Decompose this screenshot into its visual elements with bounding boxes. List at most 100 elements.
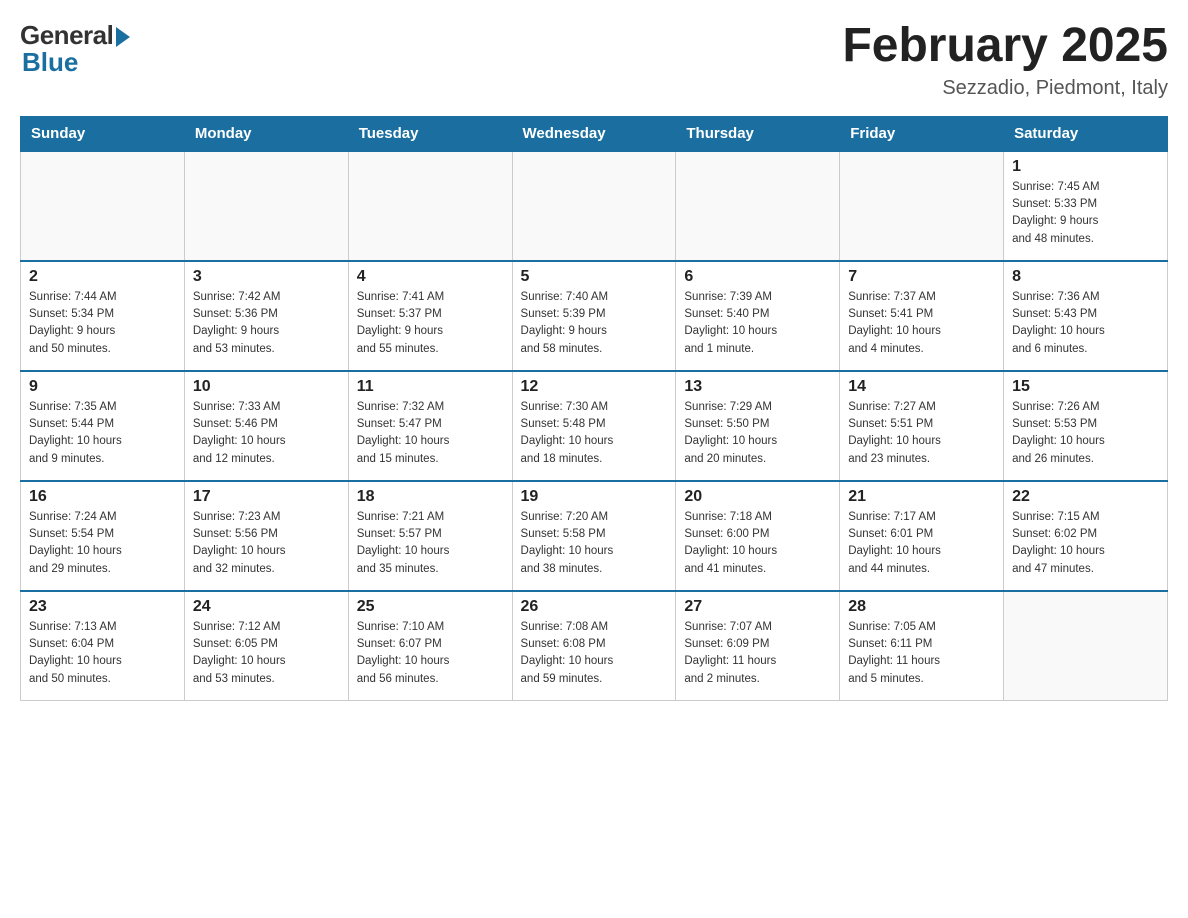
day-info: Sunrise: 7:05 AMSunset: 6:11 PMDaylight:… [848,619,995,688]
day-number: 15 [1012,378,1159,396]
page-header: General Blue February 2025 Sezzadio, Pie… [20,20,1168,100]
day-info: Sunrise: 7:21 AMSunset: 5:57 PMDaylight:… [357,509,504,578]
week-row-4: 23 Sunrise: 7:13 AMSunset: 6:04 PMDayligh… [21,591,1168,701]
day-number: 17 [193,488,340,506]
day-cell [512,151,676,261]
day-cell: 19Sunrise: 7:20 AMSunset: 5:58 PMDayligh… [512,481,676,591]
day-info: Sunrise: 7:32 AMSunset: 5:47 PMDaylight:… [357,399,504,468]
day-info: Sunrise: 7:18 AMSunset: 6:00 PMDaylight:… [684,509,831,578]
day-cell: 26Sunrise: 7:08 AMSunset: 6:08 PMDayligh… [512,591,676,701]
day-cell: 11 Sunrise: 7:32 AMSunset: 5:47 PMDayligh… [348,371,512,481]
day-number: 23 [29,598,176,616]
day-number: 3 [193,268,340,286]
day-info: Sunrise: 7:44 AMSunset: 5:34 PMDaylight:… [29,289,176,358]
day-number: 19 [521,488,668,506]
day-cell: 12 Sunrise: 7:30 AMSunset: 5:48 PMDayligh… [512,371,676,481]
day-info: Sunrise: 7:45 AMSunset: 5:33 PMDaylight:… [1012,179,1159,248]
day-cell [840,151,1004,261]
header-monday: Monday [184,116,348,151]
header-thursday: Thursday [676,116,840,151]
day-cell: 21 Sunrise: 7:17 AMSunset: 6:01 PMDayligh… [840,481,1004,591]
day-number: 1 [1012,158,1159,176]
day-number: 21 [848,488,995,506]
day-number: 26 [521,598,668,616]
day-number: 4 [357,268,504,286]
day-number: 28 [848,598,995,616]
title-section: February 2025 Sezzadio, Piedmont, Italy [842,20,1168,100]
day-cell: 3 Sunrise: 7:42 AMSunset: 5:36 PMDaylight… [184,261,348,371]
day-info: Sunrise: 7:36 AMSunset: 5:43 PMDaylight:… [1012,289,1159,358]
day-info: Sunrise: 7:17 AMSunset: 6:01 PMDaylight:… [848,509,995,578]
day-cell: 7Sunrise: 7:37 AMSunset: 5:41 PMDaylight… [840,261,1004,371]
day-info: Sunrise: 7:35 AMSunset: 5:44 PMDaylight:… [29,399,176,468]
day-cell [1004,591,1168,701]
day-cell: 15Sunrise: 7:26 AMSunset: 5:53 PMDayligh… [1004,371,1168,481]
day-number: 8 [1012,268,1159,286]
day-cell: 2 Sunrise: 7:44 AMSunset: 5:34 PMDaylight… [21,261,185,371]
day-info: Sunrise: 7:13 AMSunset: 6:04 PMDaylight:… [29,619,176,688]
header-sunday: Sunday [21,116,185,151]
day-info: Sunrise: 7:12 AMSunset: 6:05 PMDaylight:… [193,619,340,688]
day-cell: 24 Sunrise: 7:12 AMSunset: 6:05 PMDayligh… [184,591,348,701]
day-number: 18 [357,488,504,506]
day-cell [21,151,185,261]
logo-blue-text: Blue [20,47,78,78]
day-info: Sunrise: 7:27 AMSunset: 5:51 PMDaylight:… [848,399,995,468]
day-cell [184,151,348,261]
day-number: 22 [1012,488,1159,506]
day-info: Sunrise: 7:24 AMSunset: 5:54 PMDaylight:… [29,509,176,578]
day-cell: 25 Sunrise: 7:10 AMSunset: 6:07 PMDayligh… [348,591,512,701]
day-cell: 27Sunrise: 7:07 AMSunset: 6:09 PMDayligh… [676,591,840,701]
day-cell: 5Sunrise: 7:40 AMSunset: 5:39 PMDaylight… [512,261,676,371]
logo: General Blue [20,20,130,78]
day-number: 12 [521,378,668,396]
day-info: Sunrise: 7:15 AMSunset: 6:02 PMDaylight:… [1012,509,1159,578]
calendar-table: SundayMondayTuesdayWednesdayThursdayFrid… [20,116,1168,702]
day-info: Sunrise: 7:29 AMSunset: 5:50 PMDaylight:… [684,399,831,468]
calendar-subtitle: Sezzadio, Piedmont, Italy [842,77,1168,100]
day-cell: 23 Sunrise: 7:13 AMSunset: 6:04 PMDayligh… [21,591,185,701]
calendar-title: February 2025 [842,20,1168,73]
day-info: Sunrise: 7:10 AMSunset: 6:07 PMDaylight:… [357,619,504,688]
day-number: 27 [684,598,831,616]
day-number: 10 [193,378,340,396]
day-number: 11 [357,378,504,396]
day-cell: 18 Sunrise: 7:21 AMSunset: 5:57 PMDayligh… [348,481,512,591]
day-info: Sunrise: 7:33 AMSunset: 5:46 PMDaylight:… [193,399,340,468]
day-cell: 10 Sunrise: 7:33 AMSunset: 5:46 PMDayligh… [184,371,348,481]
week-row-0: 1 Sunrise: 7:45 AMSunset: 5:33 PMDaylight… [21,151,1168,261]
day-number: 2 [29,268,176,286]
week-row-1: 2 Sunrise: 7:44 AMSunset: 5:34 PMDaylight… [21,261,1168,371]
day-cell: 17 Sunrise: 7:23 AMSunset: 5:56 PMDayligh… [184,481,348,591]
header-row: SundayMondayTuesdayWednesdayThursdayFrid… [21,116,1168,151]
day-number: 5 [521,268,668,286]
day-number: 25 [357,598,504,616]
header-saturday: Saturday [1004,116,1168,151]
header-wednesday: Wednesday [512,116,676,151]
day-cell: 22 Sunrise: 7:15 AMSunset: 6:02 PMDayligh… [1004,481,1168,591]
day-number: 16 [29,488,176,506]
day-cell [676,151,840,261]
day-number: 14 [848,378,995,396]
header-friday: Friday [840,116,1004,151]
day-cell: 16 Sunrise: 7:24 AMSunset: 5:54 PMDayligh… [21,481,185,591]
day-number: 24 [193,598,340,616]
day-cell: 6Sunrise: 7:39 AMSunset: 5:40 PMDaylight… [676,261,840,371]
day-info: Sunrise: 7:39 AMSunset: 5:40 PMDaylight:… [684,289,831,358]
day-number: 13 [684,378,831,396]
day-info: Sunrise: 7:41 AMSunset: 5:37 PMDaylight:… [357,289,504,358]
day-cell: 8 Sunrise: 7:36 AMSunset: 5:43 PMDaylight… [1004,261,1168,371]
day-cell: 9 Sunrise: 7:35 AMSunset: 5:44 PMDaylight… [21,371,185,481]
day-number: 20 [684,488,831,506]
day-cell: 4 Sunrise: 7:41 AMSunset: 5:37 PMDaylight… [348,261,512,371]
day-info: Sunrise: 7:30 AMSunset: 5:48 PMDaylight:… [521,399,668,468]
day-cell: 14 Sunrise: 7:27 AMSunset: 5:51 PMDayligh… [840,371,1004,481]
day-number: 9 [29,378,176,396]
day-info: Sunrise: 7:23 AMSunset: 5:56 PMDaylight:… [193,509,340,578]
day-cell: 20 Sunrise: 7:18 AMSunset: 6:00 PMDayligh… [676,481,840,591]
day-number: 7 [848,268,995,286]
day-cell: 13 Sunrise: 7:29 AMSunset: 5:50 PMDayligh… [676,371,840,481]
day-info: Sunrise: 7:42 AMSunset: 5:36 PMDaylight:… [193,289,340,358]
week-row-2: 9 Sunrise: 7:35 AMSunset: 5:44 PMDaylight… [21,371,1168,481]
day-cell: 28 Sunrise: 7:05 AMSunset: 6:11 PMDayligh… [840,591,1004,701]
